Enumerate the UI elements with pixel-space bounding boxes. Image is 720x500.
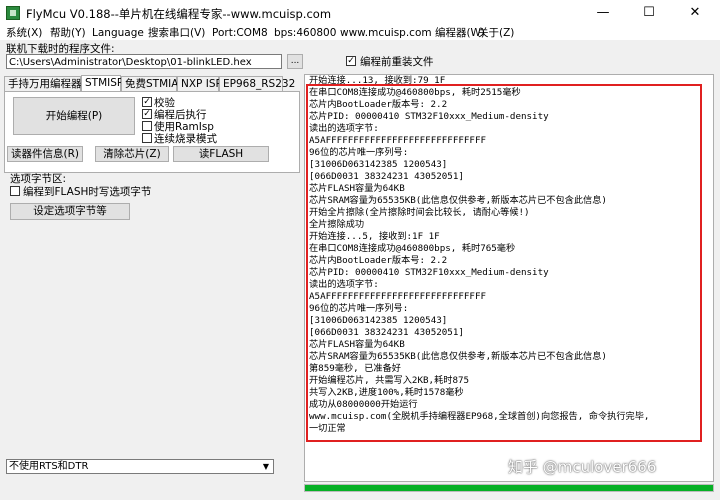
minimize-button[interactable]: —: [580, 0, 626, 26]
set-option-bytes-button[interactable]: 设定选项字节等: [10, 203, 130, 220]
log-highlight-box: [306, 84, 702, 442]
stmisp-panel: 开始编程(P) ✓ 校验 ✓ 编程后执行 使用RamIsp 连续烧录模式 读器件…: [4, 91, 300, 173]
menu-port[interactable]: Port:COM8: [212, 26, 268, 40]
ramisp-checkbox[interactable]: [142, 121, 152, 131]
verify-checkbox[interactable]: ✓: [142, 97, 152, 107]
read-flash-button[interactable]: 读FLASH: [173, 146, 269, 162]
menu-programmer[interactable]: www.mcuisp.com 编程器(W): [340, 26, 485, 40]
tab-stmiap[interactable]: 免费STMIAP: [121, 76, 185, 91]
menu-language[interactable]: Language: [92, 26, 144, 40]
start-programming-button[interactable]: 开始编程(P): [13, 97, 135, 135]
browse-button[interactable]: ...: [287, 54, 303, 69]
chevron-down-icon: ▼: [262, 462, 270, 471]
tab-handheld[interactable]: 手持万用编程器: [4, 76, 82, 91]
maximize-button[interactable]: ☐: [626, 0, 672, 26]
read-device-info-button[interactable]: 读器件信息(R): [7, 146, 83, 162]
tab-ep968[interactable]: EP968_RS232: [219, 76, 295, 91]
close-button[interactable]: ✕: [672, 0, 718, 26]
run-after-checkbox[interactable]: ✓: [142, 109, 152, 119]
file-path-input[interactable]: C:\Users\Administrator\Desktop\01-blinkL…: [6, 54, 282, 69]
title-bar: FlyMcu V0.188--单片机在线编程专家--www.mcuisp.com…: [0, 0, 720, 26]
rts-dtr-value: 不使用RTS和DTR: [9, 461, 89, 472]
window-title: FlyMcu V0.188--单片机在线编程专家--www.mcuisp.com: [26, 7, 332, 21]
menu-search-port[interactable]: 搜索串口(V): [148, 26, 205, 40]
clear-chip-button[interactable]: 清除芯片(Z): [95, 146, 169, 162]
tab-stmisp[interactable]: STMISP: [81, 75, 123, 92]
rts-dtr-select[interactable]: 不使用RTS和DTR ▼: [6, 459, 274, 474]
menu-about[interactable]: 关于(Z): [478, 26, 514, 40]
watermark: 知乎 @mculover666: [508, 458, 657, 476]
menu-help[interactable]: 帮助(Y): [50, 26, 86, 40]
reload-label: 编程前重装文件: [360, 56, 434, 68]
tab-nxp-isp[interactable]: NXP ISP: [177, 76, 222, 91]
progress-fill: [305, 485, 713, 491]
write-option-bytes-label: 编程到FLASH时写选项字节: [23, 186, 152, 198]
write-option-bytes-checkbox[interactable]: [10, 186, 20, 196]
progress-bar: [304, 484, 714, 492]
menu-bps[interactable]: bps:460800: [274, 26, 336, 40]
app-icon: [6, 6, 20, 20]
reload-checkbox[interactable]: ✓: [346, 56, 356, 66]
option-bytes-group: 选项字节区: 编程到FLASH时写选项字节 设定选项字节等: [6, 171, 296, 225]
menu-system[interactable]: 系统(X): [6, 26, 42, 40]
continuous-checkbox[interactable]: [142, 133, 152, 143]
continuous-label: 连续烧录模式: [154, 133, 217, 145]
menu-bar: 系统(X) 帮助(Y) Language 搜索串口(V) Port:COM8 b…: [0, 26, 720, 40]
